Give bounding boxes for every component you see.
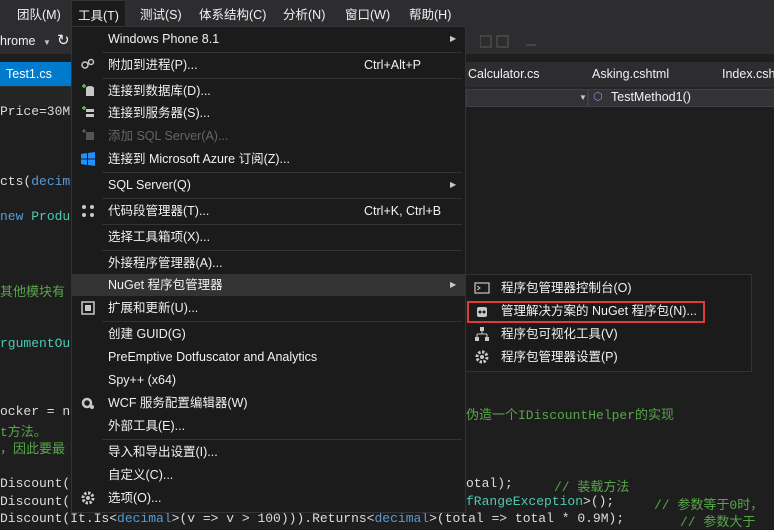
menu-item-snippets-manager[interactable]: 代码段管理器(T)... Ctrl+K, Ctrl+B (72, 200, 465, 222)
code-line: rgumentOu (0, 336, 71, 351)
member-dropdown[interactable]: ⬡ TestMethod1() (588, 89, 774, 107)
menu-item-create-guid[interactable]: 创建 GUID(G) (72, 323, 465, 345)
submenu-item-visualizer[interactable]: 程序包可视化工具(V) (466, 323, 751, 345)
separator (102, 172, 462, 173)
code-comment: 其他模块有 (0, 285, 66, 300)
menu-item-attach-to-process[interactable]: 附加到进程(P)... Ctrl+Alt+P (72, 54, 465, 76)
gear-icon (81, 491, 95, 505)
submenu-item-settings[interactable]: 程序包管理器设置(P) (466, 346, 751, 368)
menu-item-azure[interactable]: 连接到 Microsoft Azure 订阅(Z)... (72, 148, 465, 170)
wcf-config-icon (81, 397, 94, 409)
menu-item-connect-server[interactable]: 连接到服务器(S)... (72, 102, 465, 124)
tab-calculator[interactable]: Calculator.cs (468, 62, 540, 86)
tab-label: Test1.cs (6, 67, 52, 81)
menu-item-options[interactable]: 选项(O)... (72, 487, 465, 509)
menu-item-windows-phone[interactable]: Windows Phone 8.1 ▶ (72, 28, 465, 50)
method-icon: ⬡ (593, 91, 603, 103)
separator (102, 439, 462, 440)
attach-process-icon (81, 58, 95, 69)
menu-item-dotfuscator[interactable]: PreEmptive Dotfuscator and Analytics (72, 346, 465, 368)
highlight-box (467, 301, 705, 323)
menu-item-connect-database[interactable]: 连接到数据库(D)... (72, 80, 465, 102)
gear-icon (475, 350, 489, 364)
browser-selector[interactable]: hrome (0, 34, 35, 48)
code-line: Price=30M (0, 104, 71, 119)
member-label: TestMethod1() (611, 90, 691, 104)
tools-menu: Windows Phone 8.1 ▶ 附加到进程(P)... Ctrl+Alt… (71, 26, 466, 513)
code-comment: 伪造一个IDiscountHelper的实现 (466, 408, 675, 423)
code-comment: // 参数大于 (680, 515, 756, 530)
separator (102, 52, 462, 53)
chevron-down-icon[interactable]: ▼ (43, 38, 51, 47)
menu-item-choose-toolbox-items[interactable]: 选择工具箱项(X)... (72, 226, 465, 248)
refresh-icon[interactable]: ↻ (57, 31, 70, 49)
menu-item-add-sql-server: 添加 SQL Server(A)... (72, 125, 465, 147)
tab-index[interactable]: Index.csh (722, 62, 774, 86)
menu-item-sql-server[interactable]: SQL Server(Q) ▶ (72, 174, 465, 196)
separator (102, 198, 462, 199)
code-line: Discount( (0, 476, 71, 491)
console-icon (474, 282, 490, 294)
tab-asking[interactable]: Asking.cshtml (592, 62, 669, 86)
add-sql-server-icon (82, 129, 94, 140)
code-line: ocker = n (0, 404, 71, 419)
submenu-arrow-icon: ▶ (450, 34, 457, 43)
separator (102, 224, 462, 225)
toolbar-icons (480, 35, 536, 48)
extensions-icon (81, 301, 95, 315)
code-line: cts(decim (0, 174, 71, 189)
menu-item-external-tools[interactable]: 外部工具(E)... (72, 415, 465, 437)
menu-item-import-export[interactable]: 导入和导出设置(I)... (72, 441, 465, 463)
code-comment: ，因此要最 (0, 442, 66, 457)
tab-test1[interactable]: Test1.cs ⊣ (0, 62, 76, 105)
menu-item-nuget[interactable]: NuGet 程序包管理器 ▶ (72, 274, 465, 296)
code-line: fRangeException>(); (466, 494, 615, 509)
hierarchy-icon (475, 327, 489, 341)
code-line: Discount( (0, 494, 71, 509)
chevron-down-icon: ▼ (579, 93, 587, 102)
menu-item-spy[interactable]: Spy++ (x64) (72, 369, 465, 391)
code-line: new Produ (0, 209, 71, 224)
windows-logo-icon (81, 152, 95, 166)
submenu-arrow-icon: ▶ (450, 280, 457, 289)
menu-item-wcf-editor[interactable]: WCF 服务配置编辑器(W) (72, 392, 465, 414)
submenu-arrow-icon: ▶ (450, 180, 457, 189)
type-dropdown[interactable]: ▼ (466, 89, 588, 107)
separator (102, 321, 462, 322)
menu-team[interactable]: 团队(M) (11, 0, 67, 30)
server-connect-icon (82, 106, 94, 117)
nuget-submenu: 程序包管理器控制台(O) 管理解决方案的 NuGet 程序包(N)... 程序包… (465, 274, 752, 372)
submenu-item-console[interactable]: 程序包管理器控制台(O) (466, 277, 751, 299)
separator (102, 250, 462, 251)
code-line: otal); (466, 476, 513, 491)
menu-item-customize[interactable]: 自定义(C)... (72, 464, 465, 486)
separator (102, 78, 462, 79)
database-connect-icon (82, 84, 94, 96)
menu-item-external-manager[interactable]: 外接程序管理器(A)... (72, 252, 465, 274)
code-comment: // 装载方法 (554, 480, 630, 495)
menu-item-extensions-updates[interactable]: 扩展和更新(U)... (72, 297, 465, 319)
snippets-icon (82, 205, 94, 217)
